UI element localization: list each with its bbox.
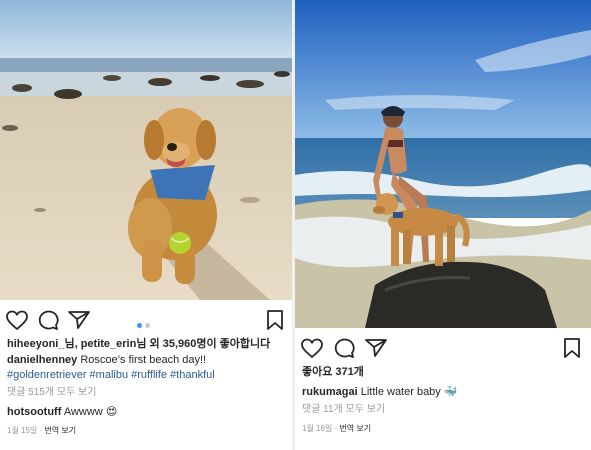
caption-line: danielhenney Roscoe’s first beach day!!	[7, 353, 206, 367]
heart-icon[interactable]	[300, 336, 324, 360]
likes-count[interactable]: 좋아요 371개	[302, 365, 364, 379]
translate-link[interactable]: 번역 보기	[339, 424, 371, 433]
caption-username[interactable]: rukumagai	[302, 386, 358, 398]
paper-plane-icon[interactable]	[67, 308, 91, 332]
caption-text: Roscoe’s first beach day!!	[80, 354, 207, 366]
caption-username[interactable]: danielhenney	[7, 354, 77, 366]
post-meta: 1월 16일 · 번역 보기	[302, 424, 372, 433]
post-photo-dog-beach[interactable]	[0, 0, 292, 300]
post-date: 1월 15일	[7, 426, 38, 435]
post-action-bar	[0, 308, 292, 334]
post-left: hiheeyoni_님, petite_erin님 외 35,960명이 좋아합…	[0, 0, 292, 450]
caption-hashtags[interactable]: #goldenretriever #malibu #rufflife #than…	[7, 368, 215, 382]
heart-icon[interactable]	[5, 308, 29, 332]
likes-count[interactable]: 35,960명이 좋아합니다	[163, 338, 271, 350]
comment-bubble-icon[interactable]	[332, 336, 356, 360]
comment-bubble-icon[interactable]	[36, 308, 60, 332]
liker-username-2[interactable]: petite_erin님 외	[81, 338, 160, 350]
view-all-comments-link[interactable]: 댓글 11개 모두 보기	[302, 403, 385, 417]
liker-username-1[interactable]: hiheeyoni_님,	[7, 338, 78, 350]
dog-beach-image	[0, 0, 292, 300]
post-photo-water-baby[interactable]	[295, 0, 591, 328]
view-all-comments-link[interactable]: 댓글 515개 모두 보기	[7, 386, 96, 400]
whale-emoji: 🐳	[443, 386, 458, 398]
post-right: 좋아요 371개 rukumagai Little water baby 🐳 댓…	[295, 0, 591, 450]
bookmark-icon[interactable]	[263, 308, 287, 332]
woman-dog-rock-image	[295, 0, 591, 328]
post-action-bar	[295, 336, 591, 362]
comment-username[interactable]: hotsootuff	[7, 406, 61, 418]
likes-summary: hiheeyoni_님, petite_erin님 외 35,960명이 좋아합…	[7, 337, 270, 351]
bookmark-icon[interactable]	[560, 336, 584, 360]
comment-line: hotsootuff Awwww 😍	[7, 405, 117, 419]
heart-eyes-emoji: 😍	[105, 406, 118, 418]
post-meta: 1월 15일 · 번역 보기	[7, 426, 77, 435]
caption-line: rukumagai Little water baby 🐳	[302, 385, 458, 399]
comment-text: Awwww	[63, 406, 103, 418]
caption-text: Little water baby	[360, 386, 441, 398]
paper-plane-icon[interactable]	[364, 336, 388, 360]
translate-link[interactable]: 번역 보기	[44, 426, 76, 435]
post-date: 1월 16일	[302, 424, 333, 433]
